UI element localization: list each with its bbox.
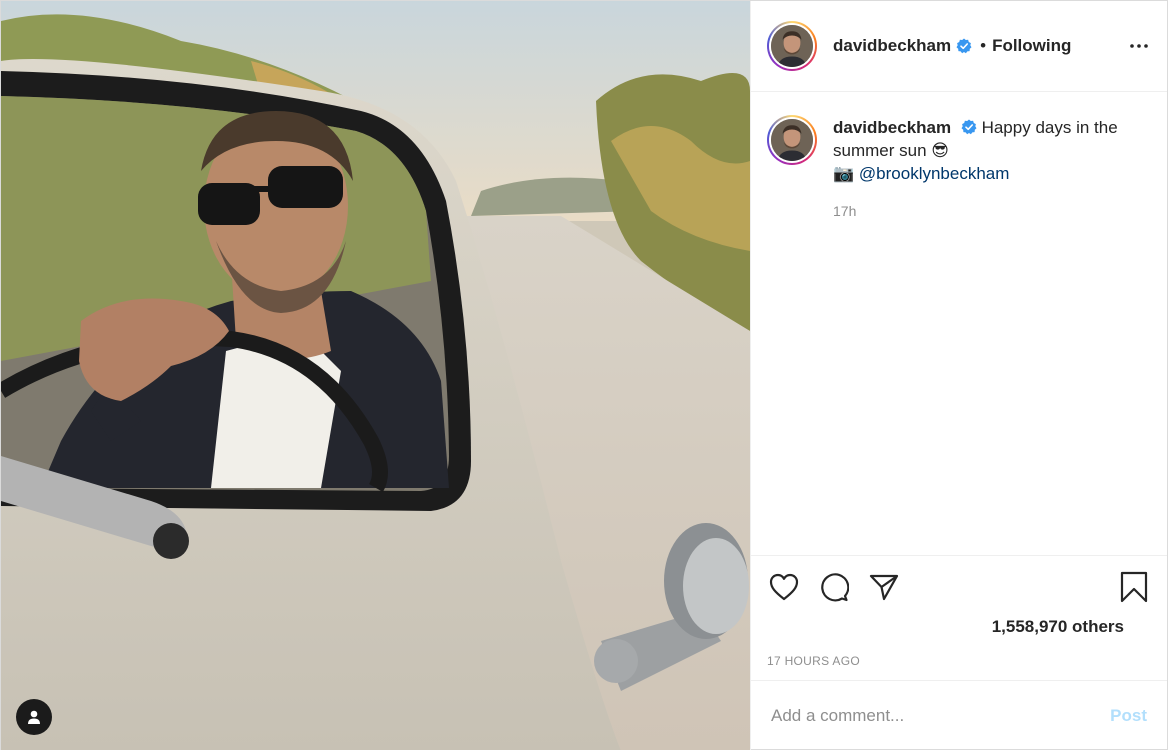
- comment-icon: [821, 573, 849, 602]
- verified-badge-icon: [956, 38, 972, 54]
- post-comment-button[interactable]: Post: [1110, 706, 1147, 726]
- header-username[interactable]: davidbeckham: [833, 36, 951, 56]
- actions-section: 1,558,970 others 17 HOURS AGO: [751, 555, 1167, 680]
- following-button[interactable]: Following: [992, 36, 1071, 56]
- paper-plane-icon: [869, 574, 899, 601]
- more-options-button[interactable]: [1127, 34, 1151, 58]
- avatar[interactable]: [767, 21, 817, 71]
- user-tag-icon: [28, 710, 40, 724]
- action-bar: [767, 556, 1151, 614]
- post-timestamp[interactable]: 17 HOURS AGO: [767, 654, 1151, 668]
- caption-time[interactable]: 17h: [833, 200, 1133, 223]
- comments-area: davidbeckham Happy days in the summer su…: [751, 92, 1167, 555]
- photo-image: [1, 1, 750, 750]
- caption-avatar[interactable]: [767, 115, 817, 165]
- post-photo[interactable]: [1, 1, 750, 750]
- mention-link[interactable]: @brooklynbeckham: [859, 164, 1010, 183]
- avatar-image: [771, 25, 813, 67]
- post-header: davidbeckham • Following: [751, 1, 1167, 92]
- like-button[interactable]: [767, 570, 801, 604]
- post-dialog: davidbeckham • Following davidbeckham Ha…: [0, 0, 1168, 750]
- caption-avatar-image: [771, 119, 813, 161]
- comment-input[interactable]: [771, 706, 1111, 726]
- share-button[interactable]: [867, 570, 901, 604]
- caption-verified-badge-icon: [961, 119, 977, 135]
- camera-emoji: 📷: [833, 164, 855, 183]
- caption-body: davidbeckham Happy days in the summer su…: [833, 116, 1133, 223]
- comment-form: Post: [751, 680, 1167, 750]
- likes-count[interactable]: 1,558,970 others: [767, 617, 1151, 637]
- comment-button[interactable]: [817, 570, 851, 604]
- more-horizontal-icon: [1130, 44, 1148, 48]
- caption: davidbeckham Happy days in the summer su…: [767, 115, 1151, 223]
- separator-dot: •: [980, 36, 987, 55]
- user-tag-button[interactable]: [16, 699, 52, 735]
- caption-username[interactable]: davidbeckham: [833, 118, 951, 137]
- post-sidebar: davidbeckham • Following davidbeckham Ha…: [750, 1, 1167, 750]
- heart-icon: [769, 573, 799, 601]
- save-button[interactable]: [1117, 570, 1151, 604]
- bookmark-icon: [1120, 571, 1148, 603]
